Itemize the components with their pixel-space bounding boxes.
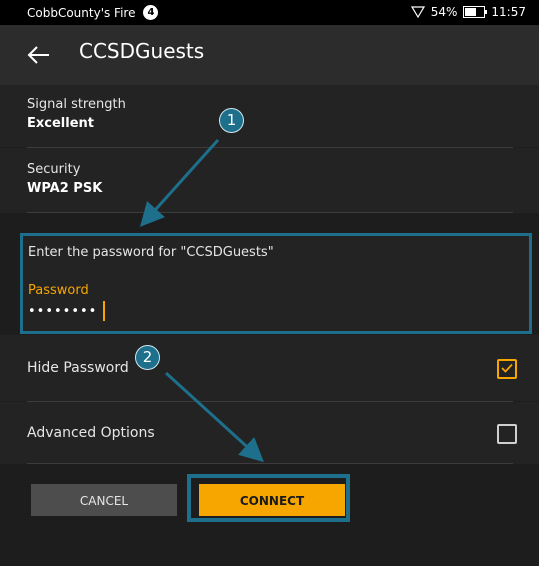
status-right: 54% 11:57 (410, 5, 526, 19)
password-input[interactable]: •••••••• (28, 304, 102, 320)
password-prompt: Enter the password for "CCSDGuests" (28, 245, 274, 260)
security-row: Security WPA2 PSK (0, 148, 539, 213)
text-caret (103, 301, 105, 321)
divider (27, 212, 513, 213)
checkmark-icon (501, 363, 513, 373)
wifi-icon (410, 6, 425, 18)
divider (27, 463, 513, 464)
connect-button[interactable]: CONNECT (199, 484, 345, 516)
arrow-left-icon[interactable] (27, 45, 51, 65)
step-1-badge: 1 (219, 108, 244, 133)
password-section: Enter the password for "CCSDGuests" Pass… (20, 233, 532, 334)
battery-percent: 54% (430, 5, 458, 19)
status-bar: CobbCounty's Fire 4 54% 11:57 (0, 0, 539, 25)
page-title: CCSDGuests (79, 39, 205, 63)
app-bar: CCSDGuests (0, 25, 539, 85)
step-2-badge: 2 (135, 345, 160, 370)
hide-password-label: Hide Password (27, 360, 129, 376)
signal-row: Signal strength Excellent (0, 85, 539, 147)
security-label: Security (27, 162, 81, 177)
notification-badge: 4 (143, 5, 159, 20)
signal-label: Signal strength (27, 97, 126, 112)
hide-password-row[interactable]: Hide Password (0, 335, 539, 401)
battery-icon (463, 6, 488, 18)
device-owner: CobbCounty's Fire (27, 5, 136, 20)
security-value: WPA2 PSK (27, 181, 103, 196)
hide-password-checkbox[interactable] (497, 359, 517, 379)
cancel-button[interactable]: CANCEL (31, 484, 177, 516)
signal-value: Excellent (27, 116, 94, 131)
status-left: CobbCounty's Fire 4 (27, 5, 159, 20)
advanced-options-label: Advanced Options (27, 425, 155, 441)
advanced-options-checkbox[interactable] (497, 424, 517, 444)
password-label: Password (28, 283, 89, 298)
clock: 11:57 (491, 5, 526, 19)
advanced-options-row[interactable]: Advanced Options (0, 402, 539, 464)
battery-fill (465, 8, 477, 16)
